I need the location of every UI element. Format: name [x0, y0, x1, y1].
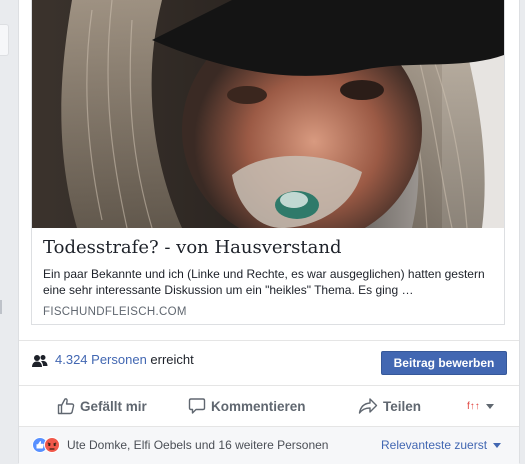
reaction-names-link[interactable]: Ute Domke, Elfi Oebels und 16 weitere Pe…: [67, 438, 328, 452]
reach-suffix: erreicht: [146, 352, 194, 367]
comment-sort-dropdown[interactable]: Relevanteste zuerst: [381, 438, 502, 452]
chevron-down-icon: [493, 442, 502, 448]
reaction-summary-bar: Ute Domke, Elfi Oebels und 16 weitere Pe…: [19, 426, 519, 464]
link-preview-domain[interactable]: FISCHUNDFLEISCH.COM: [43, 306, 494, 318]
like-label: Gefällt mir: [80, 398, 147, 414]
comment-sort-label: Relevanteste zuerst: [381, 438, 488, 452]
thumbs-up-icon: [57, 398, 75, 415]
left-rail-tab: [0, 24, 9, 56]
reaction-selector-glyph: f↑↑: [467, 400, 480, 412]
post-action-bar: Gefällt mir Kommentieren Teilen f↑↑: [19, 385, 519, 426]
reaction-selector[interactable]: f↑↑: [467, 396, 494, 416]
link-preview-title[interactable]: Todesstrafe? - von Hausverstand: [43, 237, 494, 259]
people-icon: [32, 355, 48, 367]
reach-count-link[interactable]: 4.324 Personen: [55, 352, 147, 367]
post-card: Todesstrafe? - von Hausverstand Ein paar…: [18, 0, 520, 464]
link-preview-description[interactable]: Ein paar Bekannte und ich (Linke und Rec…: [43, 266, 495, 298]
share-icon: [358, 398, 378, 414]
boost-post-button[interactable]: Beitrag bewerben: [381, 351, 507, 375]
portrait-photo: [32, 0, 504, 228]
comment-label: Kommentieren: [211, 398, 306, 414]
share-button[interactable]: Teilen: [358, 396, 421, 416]
reaction-icons[interactable]: [32, 437, 64, 453]
comment-button[interactable]: Kommentieren: [188, 396, 306, 416]
link-preview-image[interactable]: [32, 0, 504, 228]
angry-reaction-icon: [44, 437, 60, 453]
comment-icon: [188, 398, 206, 414]
link-preview[interactable]: Todesstrafe? - von Hausverstand Ein paar…: [31, 0, 505, 325]
like-button[interactable]: Gefällt mir: [57, 396, 147, 416]
left-rail-marker: [0, 300, 2, 314]
chevron-down-icon: [485, 403, 494, 409]
share-label: Teilen: [383, 398, 422, 414]
reach-summary: 4.324 Personen erreicht: [55, 352, 194, 367]
reach-row: 4.324 Personen erreicht Beitrag bewerben: [19, 340, 519, 383]
